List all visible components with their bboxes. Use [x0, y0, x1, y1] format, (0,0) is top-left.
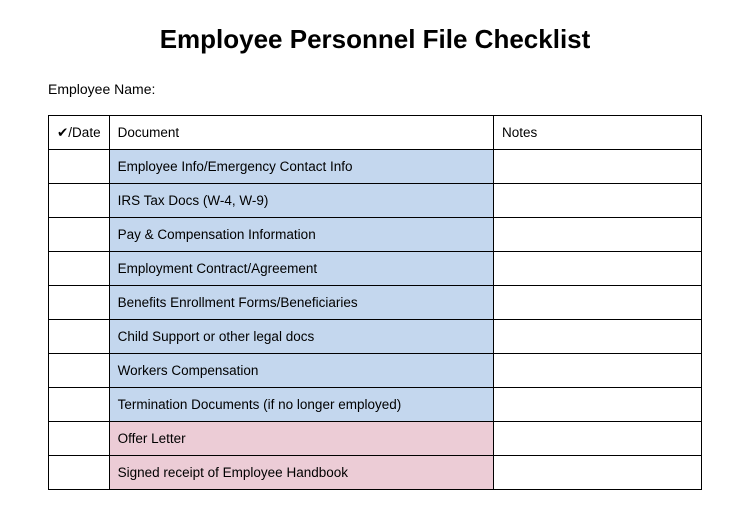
cell-check[interactable]	[49, 218, 110, 252]
cell-notes[interactable]	[494, 388, 702, 422]
cell-document: Offer Letter	[109, 422, 493, 456]
table-row: Benefits Enrollment Forms/Beneficiaries	[49, 286, 702, 320]
cell-check[interactable]	[49, 184, 110, 218]
cell-check[interactable]	[49, 150, 110, 184]
employee-name-label: Employee Name:	[48, 81, 702, 97]
cell-check[interactable]	[49, 286, 110, 320]
cell-document: Employee Info/Emergency Contact Info	[109, 150, 493, 184]
cell-check[interactable]	[49, 354, 110, 388]
header-notes: Notes	[494, 116, 702, 150]
checklist-page: Employee Personnel File Checklist Employ…	[0, 0, 750, 514]
table-body: Employee Info/Emergency Contact InfoIRS …	[49, 150, 702, 490]
table-row: Offer Letter	[49, 422, 702, 456]
table-row: Workers Compensation	[49, 354, 702, 388]
cell-document: Termination Documents (if no longer empl…	[109, 388, 493, 422]
table-row: Employee Info/Emergency Contact Info	[49, 150, 702, 184]
cell-document: Employment Contract/Agreement	[109, 252, 493, 286]
cell-notes[interactable]	[494, 150, 702, 184]
table-row: Child Support or other legal docs	[49, 320, 702, 354]
cell-document: Workers Compensation	[109, 354, 493, 388]
cell-notes[interactable]	[494, 422, 702, 456]
table-row: Employment Contract/Agreement	[49, 252, 702, 286]
cell-notes[interactable]	[494, 456, 702, 490]
page-title: Employee Personnel File Checklist	[48, 24, 702, 55]
cell-notes[interactable]	[494, 354, 702, 388]
header-document: Document	[109, 116, 493, 150]
cell-check[interactable]	[49, 422, 110, 456]
cell-check[interactable]	[49, 456, 110, 490]
cell-notes[interactable]	[494, 252, 702, 286]
table-row: Termination Documents (if no longer empl…	[49, 388, 702, 422]
cell-notes[interactable]	[494, 218, 702, 252]
cell-check[interactable]	[49, 388, 110, 422]
cell-document: Benefits Enrollment Forms/Beneficiaries	[109, 286, 493, 320]
cell-check[interactable]	[49, 252, 110, 286]
cell-document: IRS Tax Docs (W-4, W-9)	[109, 184, 493, 218]
cell-document: Child Support or other legal docs	[109, 320, 493, 354]
cell-notes[interactable]	[494, 286, 702, 320]
cell-notes[interactable]	[494, 320, 702, 354]
table-row: IRS Tax Docs (W-4, W-9)	[49, 184, 702, 218]
cell-notes[interactable]	[494, 184, 702, 218]
cell-check[interactable]	[49, 320, 110, 354]
table-row: Signed receipt of Employee Handbook	[49, 456, 702, 490]
table-header-row: ✔/Date Document Notes	[49, 116, 702, 150]
cell-document: Pay & Compensation Information	[109, 218, 493, 252]
header-check: ✔/Date	[49, 116, 110, 150]
checklist-table: ✔/Date Document Notes Employee Info/Emer…	[48, 115, 702, 490]
cell-document: Signed receipt of Employee Handbook	[109, 456, 493, 490]
table-row: Pay & Compensation Information	[49, 218, 702, 252]
